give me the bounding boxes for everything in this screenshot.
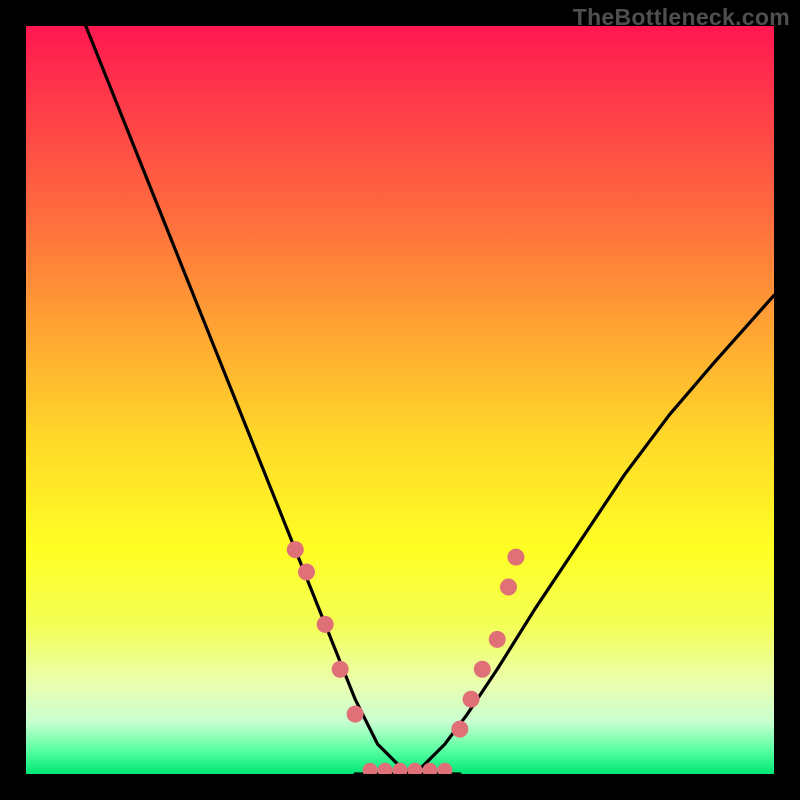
- curve-right-curve: [400, 295, 774, 774]
- chart-svg: [26, 26, 774, 774]
- marker-dot: [489, 631, 506, 648]
- marker-dot: [451, 721, 468, 738]
- marker-dot: [378, 763, 393, 774]
- marker-dot: [507, 549, 524, 566]
- marker-dot: [463, 691, 480, 708]
- marker-dot: [298, 564, 315, 581]
- curve-left-curve: [86, 26, 415, 774]
- marker-dot: [332, 661, 349, 678]
- marker-dot: [474, 661, 491, 678]
- marker-dot: [437, 763, 452, 774]
- marker-dot: [287, 541, 304, 558]
- plot-background: [26, 26, 774, 774]
- marker-layer: [287, 541, 525, 774]
- curve-layer: [86, 26, 774, 774]
- marker-dot: [317, 616, 334, 633]
- marker-dot: [407, 763, 422, 774]
- marker-dot: [347, 706, 364, 723]
- chart-frame: TheBottleneck.com: [0, 0, 800, 800]
- marker-dot: [500, 579, 517, 596]
- marker-dot: [363, 763, 378, 774]
- marker-dot: [393, 763, 408, 774]
